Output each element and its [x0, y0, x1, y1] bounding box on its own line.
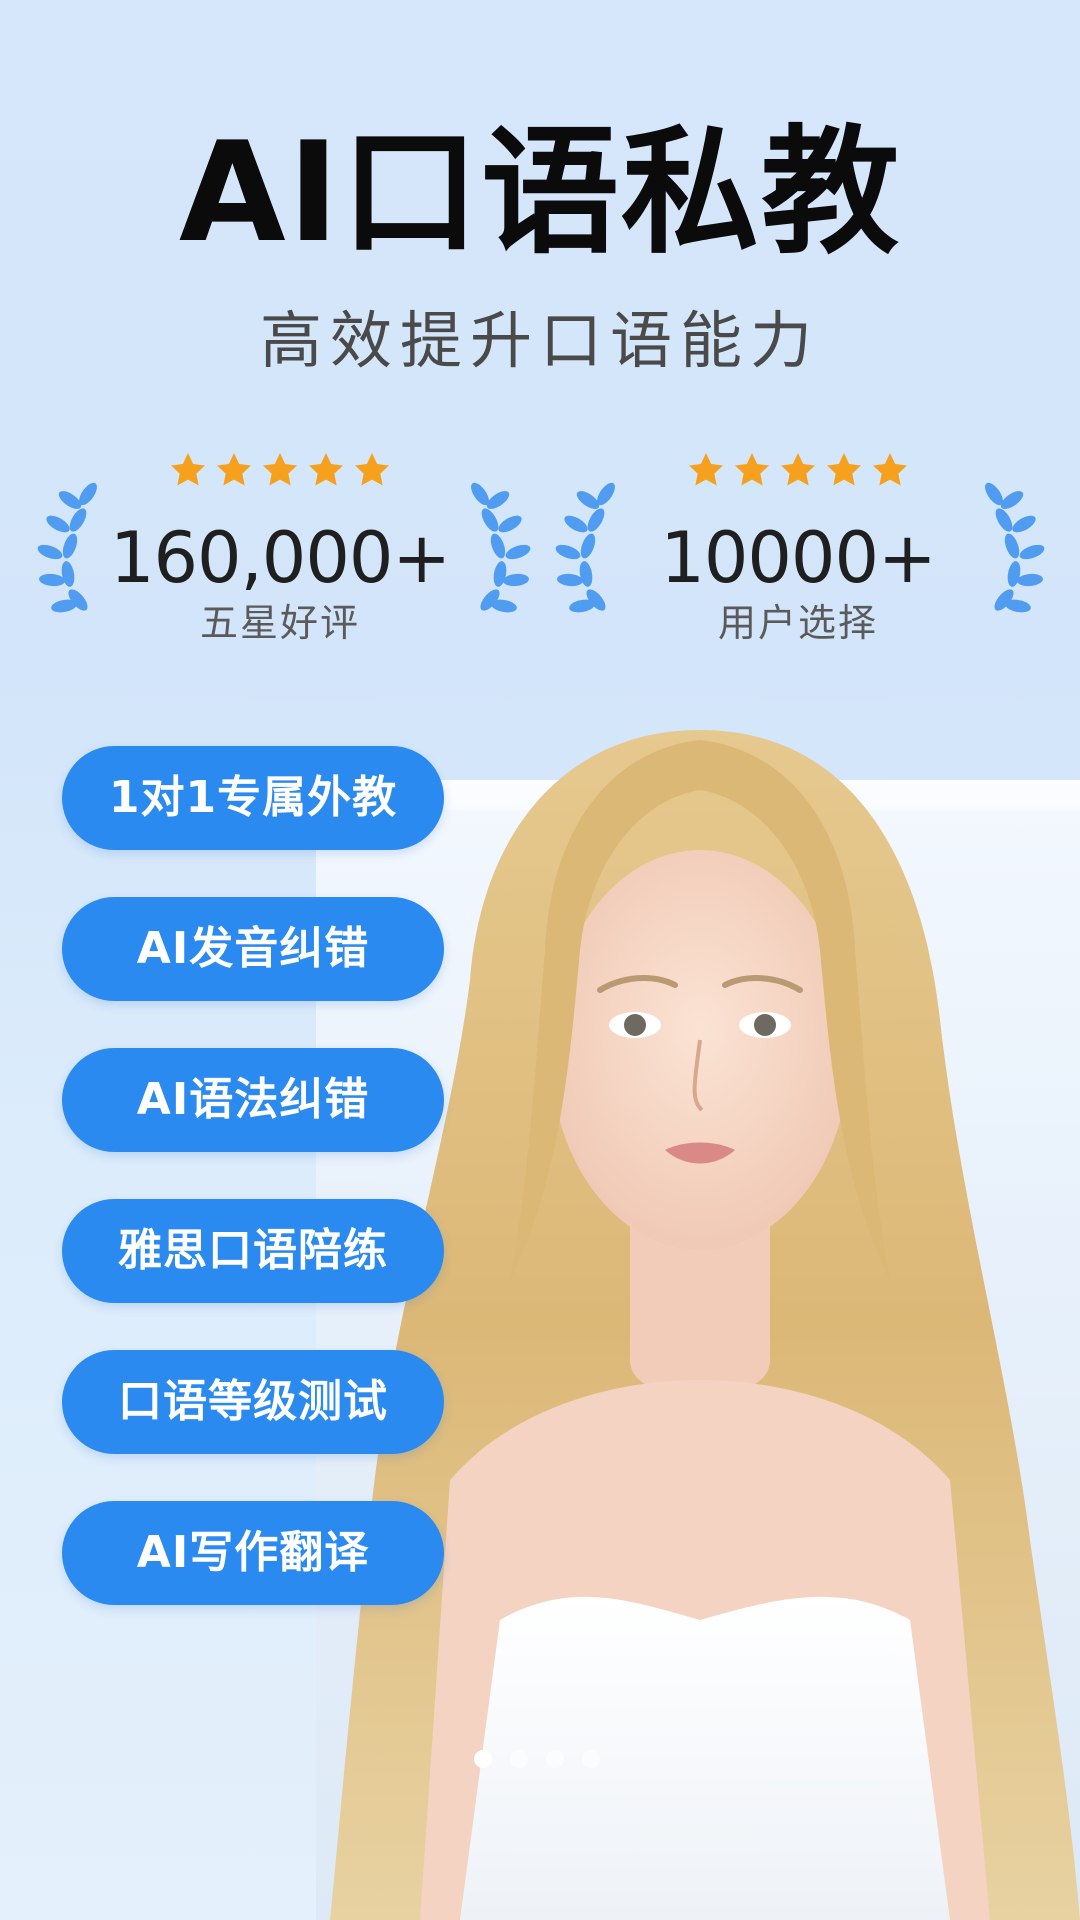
stat-label: 用户选择: [717, 601, 878, 645]
laurel-right-icon: [471, 482, 531, 613]
star-icon: [217, 453, 251, 486]
page-title: AI口语私教: [178, 112, 902, 273]
star-icon: [827, 453, 861, 486]
stat-reviews: 160,000+ 五星好评: [100, 450, 460, 650]
feature-pill-grammar[interactable]: AI语法纠错: [62, 1048, 444, 1152]
stat-value: 160,000+: [109, 517, 451, 599]
star-icon: [355, 453, 389, 486]
feature-pill-level-test[interactable]: 口语等级测试: [62, 1350, 444, 1454]
star-icon: [781, 453, 815, 486]
laurel-left-icon: [555, 482, 615, 613]
pager-dot[interactable]: [546, 1750, 564, 1768]
pager-dot[interactable]: [582, 1750, 600, 1768]
page-subtitle: 高效提升口语能力: [259, 304, 820, 377]
stat-users: 10000+ 用户选择: [618, 450, 978, 650]
rating-stars: [100, 450, 460, 492]
feature-pill-writing[interactable]: AI写作翻译: [62, 1501, 444, 1605]
tutor-portrait: [330, 730, 1080, 1920]
pager-dot-active[interactable]: [474, 1750, 492, 1768]
star-icon: [873, 453, 907, 486]
pager-dot[interactable]: [510, 1750, 528, 1768]
star-icon: [689, 453, 723, 486]
star-icon: [263, 453, 297, 486]
feature-pill-tutor[interactable]: 1对1专属外教: [62, 746, 444, 850]
stat-label: 五星好评: [199, 601, 360, 645]
star-icon: [309, 453, 343, 486]
laurel-right-icon: [985, 482, 1045, 613]
laurel-left-icon: [37, 482, 97, 613]
pager-dots[interactable]: [474, 1750, 600, 1768]
feature-pill-ielts[interactable]: 雅思口语陪练: [62, 1199, 444, 1303]
feature-pill-pronunciation[interactable]: AI发音纠错: [62, 897, 444, 1001]
stat-value: 10000+: [660, 517, 936, 599]
star-icon: [171, 453, 205, 486]
star-icon: [735, 453, 769, 486]
rating-stars: [618, 450, 978, 492]
